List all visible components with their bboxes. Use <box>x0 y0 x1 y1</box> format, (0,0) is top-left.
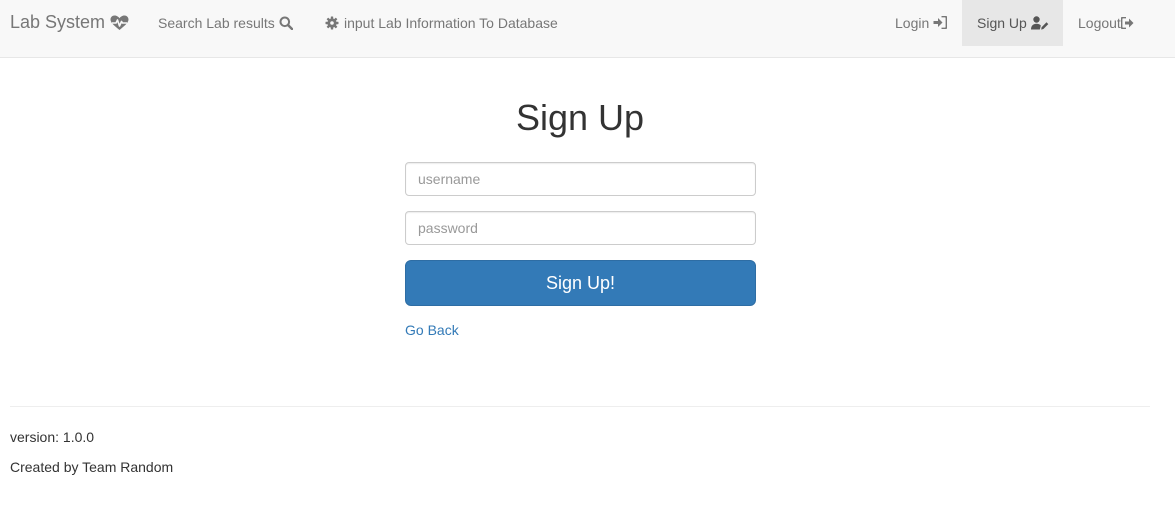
username-input[interactable] <box>405 162 756 196</box>
brand-label: Lab System <box>10 12 106 32</box>
footer-credit: Created by Team Random <box>10 459 174 475</box>
sign-in-icon <box>933 16 948 29</box>
password-input[interactable] <box>405 211 756 245</box>
nav-search-lab-results[interactable]: Search Lab results <box>158 0 293 45</box>
sign-up-submit-button[interactable]: Sign Up! <box>405 260 756 306</box>
nav-logout[interactable]: Logout <box>1078 0 1150 45</box>
nav-login[interactable]: Login <box>895 0 948 45</box>
nav-signup-label: Sign Up <box>977 15 1027 31</box>
nav-search-label: Search Lab results <box>158 14 275 31</box>
search-icon <box>279 16 293 30</box>
nav-sign-up[interactable]: Sign Up <box>962 0 1063 46</box>
nav-logout-label: Logout <box>1078 14 1121 31</box>
gear-icon <box>325 16 339 30</box>
footer-divider <box>10 406 1150 407</box>
nav-login-label: Login <box>895 14 930 31</box>
user-edit-icon <box>1030 16 1049 30</box>
brand-link[interactable]: Lab System <box>10 0 129 45</box>
sign-up-submit-label: Sign Up! <box>545 272 616 293</box>
nav-input-label: input Lab Information To Database <box>344 14 558 31</box>
nav-input-lab-information[interactable]: input Lab Information To Database <box>325 0 558 45</box>
sign-out-icon <box>1120 16 1134 29</box>
footer-version: version: 1.0.0 <box>10 429 95 445</box>
page-title: Sign Up <box>515 97 645 138</box>
top-navbar: Lab System Search Lab results input Lab … <box>0 0 1175 58</box>
heartbeat-icon <box>110 15 129 31</box>
go-back-link[interactable]: Go Back <box>405 322 459 338</box>
